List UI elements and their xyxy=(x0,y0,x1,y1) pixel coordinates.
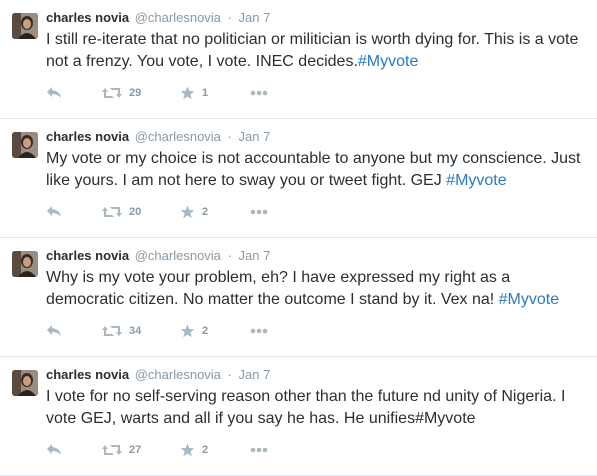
retweet-count: 29 xyxy=(129,87,142,99)
retweet-icon xyxy=(102,324,122,338)
reply-button[interactable] xyxy=(46,440,63,460)
retweet-button[interactable]: 34 xyxy=(102,321,141,341)
more-icon xyxy=(250,328,268,334)
star-icon xyxy=(180,443,195,457)
tweet-timestamp[interactable]: Jan 7 xyxy=(239,367,271,382)
author-handle[interactable]: @charlesnovia xyxy=(135,129,221,144)
tweet-text: Why is my vote your problem, eh? I have … xyxy=(46,267,586,311)
favorite-button[interactable]: 2 xyxy=(180,321,208,341)
tweet-header: charles novia @charlesnovia · Jan 7 xyxy=(46,10,270,26)
author-handle[interactable]: @charlesnovia xyxy=(135,248,221,263)
reply-icon xyxy=(46,205,63,219)
header-separator: · xyxy=(227,129,232,144)
star-icon xyxy=(180,324,195,338)
author-name[interactable]: charles novia xyxy=(46,248,129,263)
star-icon xyxy=(180,86,195,100)
avatar[interactable] xyxy=(12,370,38,396)
favorite-button[interactable]: 2 xyxy=(180,440,208,460)
tweet-text: I vote for no self-serving reason other … xyxy=(46,386,586,430)
reply-icon xyxy=(46,86,63,100)
favorite-count: 2 xyxy=(202,325,209,337)
hashtag-link[interactable]: #Myvote xyxy=(358,53,418,70)
more-button[interactable] xyxy=(250,321,268,341)
tweet-timestamp[interactable]: Jan 7 xyxy=(239,10,271,25)
author-handle[interactable]: @charlesnovia xyxy=(135,367,221,382)
retweet-button[interactable]: 20 xyxy=(102,202,141,222)
tweet[interactable]: charles novia @charlesnovia · Jan 7 Why … xyxy=(0,238,597,357)
author-name[interactable]: charles novia xyxy=(46,129,129,144)
hashtag-link[interactable]: #Myvote xyxy=(499,291,559,308)
retweet-count: 20 xyxy=(129,206,142,218)
tweet-text: My vote or my choice is not accountable … xyxy=(46,148,586,192)
more-icon xyxy=(250,209,268,215)
avatar[interactable] xyxy=(12,251,38,277)
favorite-button[interactable]: 2 xyxy=(180,202,208,222)
avatar[interactable] xyxy=(12,13,38,39)
retweet-icon xyxy=(102,205,122,219)
reply-button[interactable] xyxy=(46,321,63,341)
more-icon xyxy=(250,90,268,96)
tweet-header: charles novia @charlesnovia · Jan 7 xyxy=(46,367,270,383)
tweet-header: charles novia @charlesnovia · Jan 7 xyxy=(46,129,270,145)
favorite-count: 2 xyxy=(202,444,209,456)
header-separator: · xyxy=(227,367,232,382)
header-separator: · xyxy=(227,248,232,263)
retweet-icon xyxy=(102,86,122,100)
reply-button[interactable] xyxy=(46,83,63,103)
retweet-count: 34 xyxy=(129,325,142,337)
more-button[interactable] xyxy=(250,83,268,103)
tweet-text-body: Why is my vote your problem, eh? I have … xyxy=(46,269,511,308)
tweet-text: I still re-iterate that no politician or… xyxy=(46,29,586,73)
avatar[interactable] xyxy=(12,132,38,158)
retweet-icon xyxy=(102,443,122,457)
reply-icon xyxy=(46,324,63,338)
more-button[interactable] xyxy=(250,202,268,222)
tweet[interactable]: charles novia @charlesnovia · Jan 7 I st… xyxy=(0,0,597,119)
retweet-button[interactable]: 27 xyxy=(102,440,141,460)
reply-icon xyxy=(46,443,63,457)
more-button[interactable] xyxy=(250,440,268,460)
tweet[interactable]: charles novia @charlesnovia · Jan 7 My v… xyxy=(0,119,597,238)
tweet-text-body: I still re-iterate that no politician or… xyxy=(46,31,579,70)
tweet[interactable]: charles novia @charlesnovia · Jan 7 I vo… xyxy=(0,357,597,476)
tweet-timeline: charles novia @charlesnovia · Jan 7 I st… xyxy=(0,0,597,476)
reply-button[interactable] xyxy=(46,202,63,222)
tweet-timestamp[interactable]: Jan 7 xyxy=(239,129,271,144)
tweet-header: charles novia @charlesnovia · Jan 7 xyxy=(46,248,270,264)
more-icon xyxy=(250,447,268,453)
author-handle[interactable]: @charlesnovia xyxy=(135,10,221,25)
hashtag-link[interactable]: #Myvote xyxy=(446,172,506,189)
author-name[interactable]: charles novia xyxy=(46,10,129,25)
author-name[interactable]: charles novia xyxy=(46,367,129,382)
favorite-button[interactable]: 1 xyxy=(180,83,208,103)
retweet-button[interactable]: 29 xyxy=(102,83,141,103)
tweet-timestamp[interactable]: Jan 7 xyxy=(239,248,271,263)
favorite-count: 2 xyxy=(202,206,209,218)
favorite-count: 1 xyxy=(202,87,209,99)
header-separator: · xyxy=(227,10,232,25)
tweet-text-body: I vote for no self-serving reason other … xyxy=(46,388,566,427)
retweet-count: 27 xyxy=(129,444,142,456)
star-icon xyxy=(180,205,195,219)
